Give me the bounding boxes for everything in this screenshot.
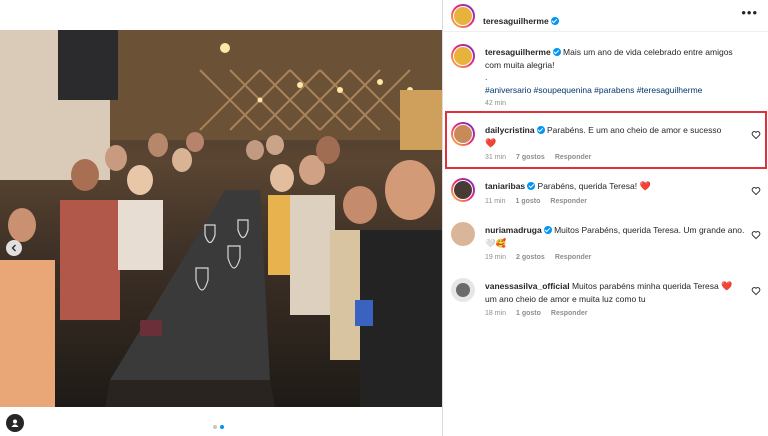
author-username[interactable]: teresaguilherme <box>483 16 549 26</box>
heart-outline-icon[interactable] <box>751 186 761 196</box>
heart-emoji-icon: ❤️ <box>721 281 733 291</box>
carousel-dot <box>213 425 217 429</box>
chevron-left-icon <box>11 244 16 252</box>
post-side-panel: teresaguilherme ••• teresaguilherme Mais… <box>443 0 768 436</box>
comment-likes[interactable]: 2 gostos <box>516 254 545 261</box>
comment-meta: 19 min 2 gostos Responder <box>485 254 591 261</box>
verified-badge-icon <box>552 48 561 56</box>
comment-body: Muitos parabéns minha querida Teresa <box>571 281 719 291</box>
comment-body: Parabéns, querida Teresa! <box>537 181 638 191</box>
tagged-users-button[interactable] <box>6 414 24 432</box>
caption-time[interactable]: 42 min <box>485 100 506 107</box>
caption-text: teresaguilherme Mais um ano de vida cele… <box>485 46 745 96</box>
comment-text: taniaribas Parabéns, querida Teresa! ❤️ <box>485 180 745 193</box>
highlight-box <box>445 111 767 169</box>
comment-body-cont: um ano cheio de amor e muita luz como tu <box>485 293 646 304</box>
author-avatar[interactable] <box>451 44 475 68</box>
comment-body: Muitos Parabéns, querida Teresa. Um gran… <box>554 225 745 235</box>
comment-time[interactable]: 11 min <box>485 198 506 205</box>
reply-button[interactable]: Responder <box>555 254 592 261</box>
caption-username[interactable]: teresaguilherme <box>485 47 551 57</box>
dinner-party-photo <box>0 30 442 407</box>
heart-emoji-icon: ❤️ <box>639 181 651 191</box>
post-media <box>0 0 442 436</box>
commenter-avatar[interactable] <box>451 222 475 246</box>
reply-button[interactable]: Responder <box>551 310 588 317</box>
comment-time[interactable]: 18 min <box>485 310 506 317</box>
author-avatar[interactable] <box>451 4 475 28</box>
person-tag-icon <box>11 419 19 427</box>
carousel-indicator <box>213 425 224 429</box>
comment-username[interactable]: taniaribas <box>485 181 525 191</box>
commenter-avatar[interactable] <box>451 278 475 302</box>
post-header: teresaguilherme ••• <box>443 0 768 32</box>
verified-badge-icon <box>550 17 559 25</box>
caption-hashtags[interactable]: #aniversario #soupequenina #parabens #te… <box>485 85 702 95</box>
caption-meta: 42 min <box>485 100 506 107</box>
post-photo[interactable] <box>0 30 442 407</box>
comment-meta: 11 min 1 gosto Responder <box>485 198 587 205</box>
comment-time[interactable]: 19 min <box>485 254 506 261</box>
heart-outline-icon[interactable] <box>751 286 761 296</box>
commenter-avatar[interactable] <box>451 178 475 202</box>
more-options-icon[interactable]: ••• <box>741 6 758 19</box>
emoji-icon: 🤍🥰 <box>485 237 507 248</box>
comment-likes[interactable]: 1 gosto <box>516 198 541 205</box>
verified-badge-icon <box>527 182 536 190</box>
verified-badge-icon <box>543 226 552 234</box>
caption-dot: . <box>485 72 488 82</box>
comment-likes[interactable]: 1 gosto <box>516 310 541 317</box>
comment-username[interactable]: nuriamadruga <box>485 225 542 235</box>
comment-meta: 18 min 1 gosto Responder <box>485 310 587 317</box>
comment-username[interactable]: vanessasilva_official <box>485 281 570 291</box>
carousel-prev-button[interactable] <box>6 240 22 256</box>
heart-outline-icon[interactable] <box>751 230 761 240</box>
comment-text: nuriamadruga Muitos Parabéns, querida Te… <box>485 224 745 249</box>
reply-button[interactable]: Responder <box>550 198 587 205</box>
comment-text: vanessasilva_official Muitos parabéns mi… <box>485 280 745 305</box>
carousel-dot-active <box>220 425 224 429</box>
